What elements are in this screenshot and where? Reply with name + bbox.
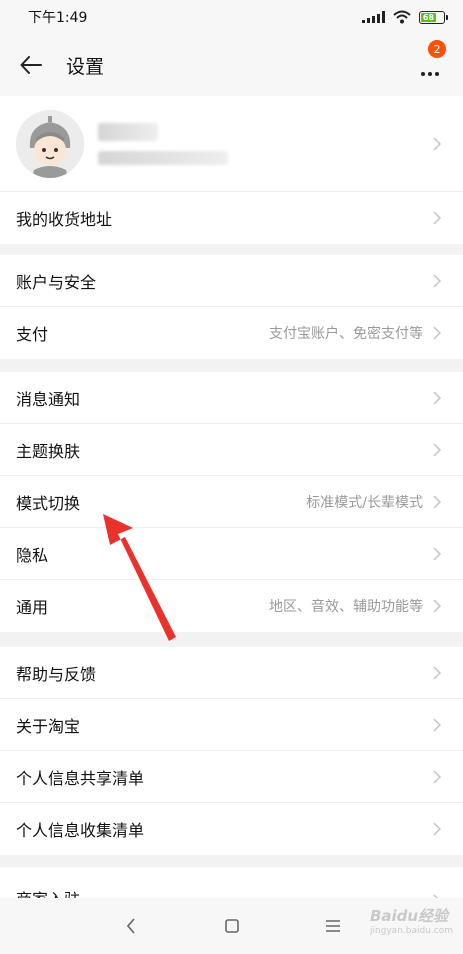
- settings-row-general[interactable]: 通用 地区、音效、辅助功能等: [0, 580, 463, 632]
- chevron-left-icon: [126, 918, 135, 934]
- avatar: [16, 109, 84, 178]
- status-time: 下午1:49: [28, 10, 88, 26]
- watermark-url: jingyan.baidu.com: [369, 926, 453, 936]
- nav-back-button[interactable]: [116, 911, 146, 941]
- chevron-right-icon: [433, 546, 441, 561]
- profile-id-blurred: [98, 150, 228, 165]
- status-icons: 68: [362, 10, 448, 24]
- more-icon: [421, 72, 439, 76]
- settings-row-notifications[interactable]: 消息通知: [0, 372, 463, 424]
- settings-row-about[interactable]: 关于淘宝: [0, 699, 463, 751]
- settings-row-account-security[interactable]: 账户与安全: [0, 255, 463, 307]
- nav-home-button[interactable]: [217, 911, 247, 941]
- settings-row-help-feedback[interactable]: 帮助与反馈: [0, 647, 463, 699]
- row-label: 模式切换: [16, 493, 81, 513]
- chevron-right-icon: [433, 717, 441, 732]
- chevron-right-icon: [433, 390, 441, 405]
- chevron-right-icon: [433, 822, 441, 836]
- row-label: 个人信息收集清单: [16, 821, 145, 840]
- about-group: 帮助与反馈 关于淘宝 个人信息共享清单 个人信息收集清单: [0, 647, 463, 855]
- settings-row-payment[interactable]: 支付 支付宝账户、免密支付等: [0, 307, 463, 359]
- profile-name-blurred: [98, 122, 158, 141]
- chevron-right-icon: [433, 769, 441, 784]
- more-button[interactable]: 2: [417, 40, 446, 80]
- square-icon: [224, 919, 239, 933]
- row-value: 支付宝账户、免密支付等: [269, 326, 423, 342]
- chevron-right-icon: [433, 211, 441, 225]
- settings-row-theme[interactable]: 主题换肤: [0, 424, 463, 476]
- battery-icon: 68: [419, 10, 448, 24]
- arrow-left-icon: [20, 56, 42, 74]
- settings-row-privacy[interactable]: 隐私: [0, 528, 463, 580]
- watermark: Baidu经验 jingyan.baidu.com: [370, 905, 453, 936]
- row-label: 账户与安全: [16, 272, 97, 292]
- chevron-right-icon: [433, 136, 441, 151]
- settings-row-info-collection-list[interactable]: 个人信息收集清单: [0, 803, 463, 855]
- chevron-right-icon: [433, 326, 441, 340]
- account-group: 账户与安全 支付 支付宝账户、免密支付等: [0, 255, 463, 359]
- signal-icon: [362, 11, 385, 23]
- row-value: 标准模式/长辈模式: [306, 494, 423, 511]
- profile-group: 我的收货地址: [0, 96, 463, 244]
- row-label: 支付: [16, 325, 49, 344]
- merchant-group: 商家入驻: [0, 867, 463, 898]
- row-label: 消息通知: [16, 389, 81, 409]
- settings-row-address[interactable]: 我的收货地址: [0, 192, 463, 244]
- header: 设置 2: [0, 34, 463, 96]
- row-label: 关于淘宝: [16, 716, 81, 736]
- row-label: 通用: [16, 598, 49, 617]
- profile-row[interactable]: [0, 96, 463, 192]
- profile-info-blurred: [98, 122, 433, 165]
- row-value: 地区、音效、辅助功能等: [269, 599, 423, 615]
- watermark-brand: Baidu经验: [369, 907, 449, 925]
- settings-row-info-sharing-list[interactable]: 个人信息共享清单: [0, 751, 463, 803]
- page-title: 设置: [66, 55, 105, 78]
- back-button[interactable]: [20, 52, 46, 78]
- battery-level: 68: [421, 12, 436, 22]
- chevron-right-icon: [433, 599, 441, 613]
- row-label: 帮助与反馈: [16, 664, 97, 684]
- chevron-right-icon: [433, 273, 441, 288]
- row-label: 主题换肤: [16, 441, 81, 461]
- row-label: 个人信息共享清单: [16, 768, 145, 788]
- settings-row-mode-switch[interactable]: 模式切换 标准模式/长辈模式: [0, 476, 463, 528]
- chevron-right-icon: [433, 442, 441, 457]
- chevron-right-icon: [433, 665, 441, 680]
- nav-menu-button[interactable]: [318, 911, 348, 941]
- row-label: 我的收货地址: [16, 210, 113, 229]
- menu-icon: [325, 920, 340, 932]
- row-label: 商家入驻: [16, 886, 433, 898]
- row-label: 隐私: [16, 545, 49, 565]
- notification-badge: 2: [428, 40, 446, 58]
- preferences-group: 消息通知 主题换肤 模式切换 标准模式/长辈模式 隐私 通用 地区、音效、辅助功…: [0, 372, 463, 632]
- wifi-icon: [393, 10, 411, 24]
- chevron-right-icon: [433, 494, 441, 509]
- settings-row-merchant[interactable]: 商家入驻: [0, 867, 463, 898]
- status-bar: 下午1:49 68: [0, 0, 463, 34]
- avatar-image: [16, 109, 84, 178]
